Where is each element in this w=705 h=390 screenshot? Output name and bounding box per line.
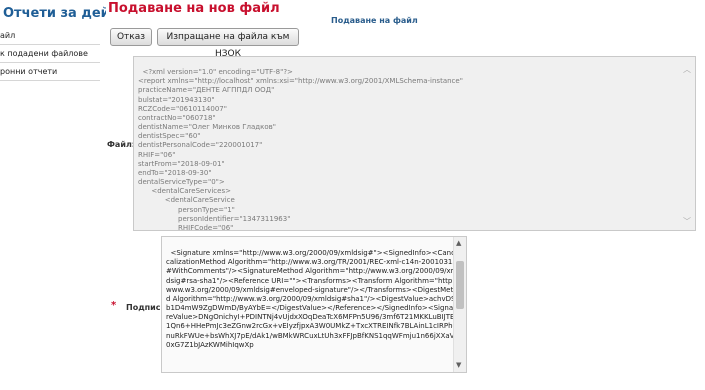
scroll-down-icon[interactable]: ﹀: [683, 217, 691, 226]
sidebar-title: Отчети за дейности: [3, 6, 106, 21]
send-to-nzok-button[interactable]: Изпращане на файла към НЗОК: [157, 28, 299, 59]
sidebar-item-electronic-reports[interactable]: ронни отчети: [0, 63, 100, 81]
page-title: Подаване на нов файл: [108, 1, 280, 16]
sidebar: Отчети за дейности айл к подадени файлов…: [0, 0, 106, 390]
sidebar-item-submitted-files[interactable]: к подадени файлове: [0, 45, 100, 63]
signature-scrollbar[interactable]: ▲ ▼: [453, 237, 466, 372]
file-content-textarea[interactable]: <?xml version="1.0" encoding="UTF-8"?> <…: [133, 56, 696, 231]
scroll-down-icon[interactable]: ▼: [456, 361, 461, 370]
required-star-icon: *: [111, 300, 117, 311]
signature-textarea[interactable]: <Signature xmlns="http://www.w3.org/2000…: [161, 236, 467, 373]
scroll-up-icon[interactable]: ▲: [456, 239, 461, 248]
signature-label: Подпис:: [126, 303, 164, 312]
file-label: Файл:: [107, 140, 135, 149]
scroll-thumb[interactable]: [456, 261, 464, 309]
sidebar-item-file[interactable]: айл: [0, 27, 100, 45]
cancel-button[interactable]: Отказ: [110, 28, 152, 46]
file-content-text: <?xml version="1.0" encoding="UTF-8"?> <…: [138, 68, 463, 231]
scroll-up-icon[interactable]: ︿: [683, 65, 691, 74]
signature-content-text: <Signature xmlns="http://www.w3.org/2000…: [166, 249, 462, 349]
form-header: Подаване на файл: [331, 16, 418, 25]
